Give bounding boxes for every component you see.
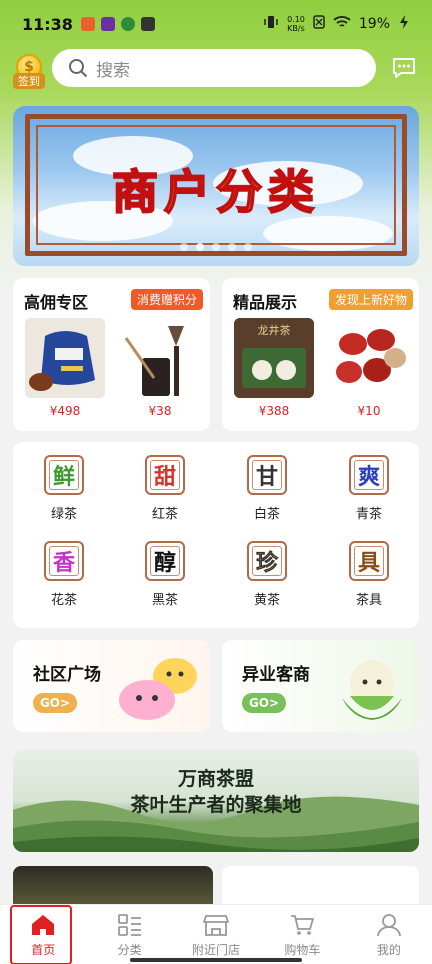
seal-icon: 香 bbox=[44, 541, 84, 581]
no-sim-icon bbox=[313, 15, 325, 33]
network-speed-value: 0.10 bbox=[287, 15, 305, 24]
status-time: 11:38 bbox=[22, 14, 73, 34]
showcase-badge: 发现上新好物 bbox=[329, 289, 414, 310]
message-icon[interactable] bbox=[391, 56, 417, 80]
chat-notification-icon bbox=[140, 17, 155, 31]
product-price: ¥38 bbox=[148, 404, 172, 418]
seal-icon: 具 bbox=[349, 541, 389, 581]
pagination-dot-active[interactable] bbox=[196, 243, 204, 251]
battery-icon bbox=[398, 14, 410, 34]
search-placeholder: 搜索 bbox=[96, 60, 130, 81]
tab-label: 我的 bbox=[376, 943, 401, 957]
seal-icon: 甜 bbox=[145, 455, 185, 495]
wifi-icon bbox=[333, 15, 351, 33]
tab-label: 购物车 bbox=[284, 943, 321, 957]
banner-title: 商户分类 bbox=[111, 164, 320, 220]
commission-zone-title: 高佣专区 bbox=[24, 293, 89, 312]
category-dark-tea[interactable]: 醇 黑茶 bbox=[125, 541, 205, 608]
category-label: 黄茶 bbox=[253, 593, 280, 608]
tea-banner-title: 万商茶盟 bbox=[177, 768, 254, 790]
category-oolong-tea[interactable]: 爽 青茶 bbox=[329, 455, 409, 522]
signin-label: 签到 bbox=[13, 73, 45, 89]
pagination-dot[interactable] bbox=[212, 243, 220, 251]
bud-mascot-icon bbox=[342, 660, 402, 720]
tab-category[interactable]: 分类 bbox=[86, 905, 172, 964]
seal-icon: 甘 bbox=[247, 455, 287, 495]
tile-title: 异业客商 bbox=[242, 665, 310, 685]
category-label: 青茶 bbox=[355, 507, 382, 522]
banner-pagination bbox=[0, 243, 432, 251]
tab-label: 分类 bbox=[117, 943, 142, 957]
category-tea-ware[interactable]: 具 茶具 bbox=[329, 541, 409, 608]
status-bar: 11:38 0.10 KB/s 19% bbox=[0, 0, 432, 48]
tab-cart[interactable]: 购物车 bbox=[259, 905, 345, 964]
empty-card bbox=[222, 866, 419, 906]
category-green-tea[interactable]: 鲜 绿茶 bbox=[24, 455, 104, 522]
game-notification-icon bbox=[100, 17, 115, 31]
active-tab-highlight bbox=[10, 905, 72, 964]
gesture-bar bbox=[130, 958, 302, 962]
app-notification-icon bbox=[80, 17, 95, 31]
user-icon bbox=[376, 914, 401, 937]
tab-profile[interactable]: 我的 bbox=[346, 905, 432, 964]
tab-home[interactable]: 首页 bbox=[0, 905, 86, 964]
category-flower-tea[interactable]: 香 花茶 bbox=[24, 541, 104, 608]
chat-bubbles-icon bbox=[119, 658, 197, 720]
tea-tools-image[interactable] bbox=[120, 318, 200, 398]
seal-icon: 鲜 bbox=[44, 455, 84, 495]
giftbox-label: 龙井茶 bbox=[257, 324, 291, 337]
tea-giftbox-image[interactable]: 龙井茶 bbox=[234, 318, 314, 398]
seal-icon: 爽 bbox=[349, 455, 389, 495]
signin-button[interactable]: $ 签到 bbox=[13, 54, 45, 92]
tea-leaves-card[interactable] bbox=[13, 866, 213, 906]
pagination-dot[interactable] bbox=[244, 243, 252, 251]
leaf-notification-icon bbox=[120, 17, 135, 31]
tile-title: 社区广场 bbox=[33, 665, 101, 685]
network-speed: 0.10 KB/s bbox=[287, 15, 305, 33]
seal-icon: 醇 bbox=[145, 541, 185, 581]
tea-alliance-banner[interactable]: 万商茶盟 茶叶生产者的聚集地 bbox=[13, 750, 419, 852]
product-price: ¥10 bbox=[357, 404, 381, 418]
tab-nearby-stores[interactable]: 附近门店 bbox=[173, 905, 259, 964]
commission-badge: 消费赠积分 bbox=[131, 289, 204, 310]
cross-industry-tile[interactable]: 异业客商 GO> bbox=[222, 640, 419, 732]
seal-icon: 珍 bbox=[247, 541, 287, 581]
showcase-title: 精品展示 bbox=[233, 293, 298, 312]
app-header: $ 签到 搜索 bbox=[0, 48, 432, 92]
category-yellow-tea[interactable]: 珍 黄茶 bbox=[227, 541, 307, 608]
category-black-tea[interactable]: 甜 红茶 bbox=[125, 455, 205, 522]
go-button[interactable]: GO> bbox=[242, 693, 286, 713]
merchant-category-banner[interactable]: 商户分类 bbox=[13, 106, 419, 266]
battery-percent: 19% bbox=[358, 16, 390, 32]
commission-zone-card[interactable]: 高佣专区 消费赠积分 ¥498 ¥38 bbox=[13, 278, 210, 431]
pagination-dot[interactable] bbox=[180, 243, 188, 251]
category-label: 黑茶 bbox=[151, 593, 178, 608]
category-white-tea[interactable]: 甘 白茶 bbox=[227, 455, 307, 522]
product-price: ¥498 bbox=[49, 404, 81, 418]
tea-banner-subtitle: 茶叶生产者的聚集地 bbox=[130, 794, 302, 816]
search-icon bbox=[69, 59, 88, 78]
vibrate-icon bbox=[263, 15, 279, 33]
bottom-tab-bar: 首页 分类 附近门店 购物车 我的 bbox=[0, 904, 432, 964]
category-label: 茶具 bbox=[355, 593, 382, 608]
network-speed-unit: KB/s bbox=[287, 24, 305, 33]
category-label: 绿茶 bbox=[50, 507, 77, 522]
product-price: ¥388 bbox=[258, 404, 290, 418]
showcase-card[interactable]: 精品展示 发现上新好物 龙井茶 ¥388 ¥10 bbox=[222, 278, 419, 431]
community-square-tile[interactable]: 社区广场 GO> bbox=[13, 640, 210, 732]
tea-pack-image[interactable] bbox=[25, 318, 105, 398]
search-input[interactable]: 搜索 bbox=[52, 49, 376, 87]
category-icon bbox=[117, 914, 141, 936]
cart-icon bbox=[291, 915, 315, 935]
category-label: 红茶 bbox=[151, 507, 178, 522]
red-dates-image[interactable] bbox=[329, 318, 409, 398]
category-label: 白茶 bbox=[253, 507, 280, 522]
pagination-dot[interactable] bbox=[228, 243, 236, 251]
tea-category-grid: 鲜 绿茶 甜 红茶 甘 白茶 爽 青茶 香 花茶 醇 黑茶 珍 黄茶 具 茶具 bbox=[13, 442, 419, 628]
store-icon bbox=[203, 915, 229, 936]
tab-label: 附近门店 bbox=[192, 943, 241, 957]
go-button[interactable]: GO> bbox=[33, 693, 77, 713]
category-label: 花茶 bbox=[50, 593, 77, 608]
